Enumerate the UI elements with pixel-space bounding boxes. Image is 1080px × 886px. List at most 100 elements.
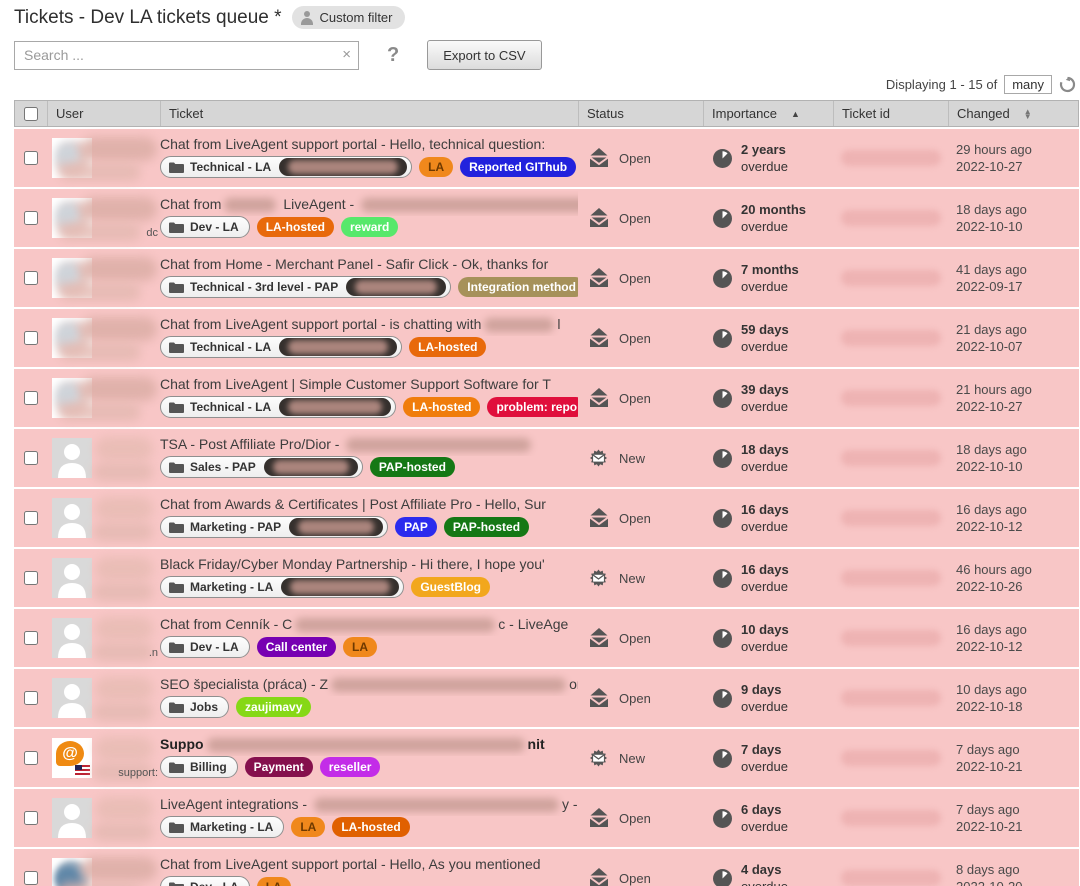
ticket-tag[interactable]: PAP bbox=[395, 517, 437, 537]
department-tag[interactable]: Billing bbox=[160, 756, 238, 778]
ticket-subject[interactable]: Chat from LiveAgent support portal - Hel… bbox=[160, 849, 578, 876]
ticket-tag[interactable]: reseller bbox=[320, 757, 381, 777]
ticket-tag[interactable]: LA bbox=[257, 877, 291, 886]
row-checkbox[interactable] bbox=[24, 511, 38, 525]
ticket-tag[interactable]: LA-hosted bbox=[257, 217, 334, 237]
department-tag[interactable]: Dev - LA bbox=[160, 636, 250, 658]
col-ticket[interactable]: Ticket bbox=[161, 101, 579, 126]
status-cell: Open bbox=[578, 789, 703, 847]
department-tag[interactable]: Technical - LA bbox=[160, 336, 402, 358]
row-checkbox[interactable] bbox=[24, 751, 38, 765]
ticket-tag[interactable]: GuestBlog bbox=[411, 577, 490, 597]
ticket-row[interactable]: @ .n Chat from Cenník - Cc - LiveAge Dev… bbox=[14, 609, 1079, 667]
folder-icon bbox=[169, 762, 184, 773]
ticket-subject[interactable]: Chat from Awards & Certificates | Post A… bbox=[160, 489, 578, 516]
row-check-cell bbox=[14, 369, 47, 427]
changed-relative: 16 days ago bbox=[956, 501, 1079, 518]
ticket-row[interactable]: @ SEO špecialista (práca) - Zor Jobs zau… bbox=[14, 669, 1079, 727]
ticket-subject[interactable]: Chat from LiveAgent support portal - Hel… bbox=[160, 129, 578, 156]
row-checkbox[interactable] bbox=[24, 871, 38, 885]
status-cell: Open bbox=[578, 849, 703, 886]
ticket-row[interactable]: @ TSA - Post Affiliate Pro/Dior - Sales … bbox=[14, 429, 1079, 487]
row-checkbox[interactable] bbox=[24, 331, 38, 345]
search-input[interactable] bbox=[14, 41, 359, 70]
ticket-tag[interactable]: Payment bbox=[245, 757, 313, 777]
ticket-tag[interactable]: LA-hosted bbox=[332, 817, 409, 837]
refresh-icon[interactable] bbox=[1059, 76, 1076, 93]
department-tag[interactable]: Marketing - LA bbox=[160, 816, 284, 838]
ticket-row[interactable]: @ Chat from LiveAgent support portal - H… bbox=[14, 129, 1079, 187]
ticket-tag[interactable]: LA-hosted bbox=[403, 397, 480, 417]
overdue-label: overdue bbox=[741, 578, 789, 595]
ticket-row[interactable]: @ dc Chat from LiveAgent - Dev - LA LA-h… bbox=[14, 189, 1079, 247]
ticket-row[interactable]: @ Chat from Home - Merchant Panel - Safi… bbox=[14, 249, 1079, 307]
ticket-cell: LiveAgent integrations - y - Marketing -… bbox=[160, 789, 578, 847]
row-checkbox[interactable] bbox=[24, 631, 38, 645]
ticket-subject[interactable]: Supponit bbox=[160, 729, 578, 756]
changed-cell: 18 days ago 2022-10-10 bbox=[948, 429, 1079, 487]
help-icon[interactable]: ? bbox=[387, 44, 399, 67]
col-importance[interactable]: Importance ▲ bbox=[704, 101, 834, 126]
ticket-tag[interactable]: Call center bbox=[257, 637, 336, 657]
ticket-subject[interactable]: Chat from LiveAgent | Simple Customer Su… bbox=[160, 369, 578, 396]
ticket-tag[interactable]: Reported GIThub bbox=[460, 157, 576, 177]
department-tag[interactable]: Sales - PAP bbox=[160, 456, 363, 478]
ticket-tag[interactable]: LA bbox=[419, 157, 453, 177]
ticket-row[interactable]: @ Chat from Awards & Certificates | Post… bbox=[14, 489, 1079, 547]
department-tag[interactable]: Technical - LA bbox=[160, 156, 412, 178]
ticket-subject[interactable]: Chat from LiveAgent - bbox=[160, 189, 578, 216]
ticket-tag[interactable]: problem: repo bbox=[487, 397, 578, 417]
col-user[interactable]: User bbox=[48, 101, 161, 126]
select-all-checkbox[interactable] bbox=[24, 107, 38, 121]
department-tag[interactable]: Marketing - LA bbox=[160, 576, 404, 598]
ticket-tag[interactable]: LA-hosted bbox=[409, 337, 486, 357]
row-checkbox[interactable] bbox=[24, 571, 38, 585]
col-ticket-id[interactable]: Ticket id bbox=[834, 101, 949, 126]
row-checkbox[interactable] bbox=[24, 391, 38, 405]
total-count-button[interactable]: many bbox=[1004, 75, 1052, 94]
ticket-cell: TSA - Post Affiliate Pro/Dior - Sales - … bbox=[160, 429, 578, 487]
col-changed[interactable]: Changed ▲▼ bbox=[949, 101, 1078, 126]
ticket-subject[interactable]: TSA - Post Affiliate Pro/Dior - bbox=[160, 429, 578, 456]
ticket-tag[interactable]: LA bbox=[291, 817, 325, 837]
clock-icon bbox=[713, 869, 732, 886]
ticket-row[interactable]: @ s. Chat from LiveAgent support portal … bbox=[14, 849, 1079, 886]
row-checkbox[interactable] bbox=[24, 271, 38, 285]
row-checkbox[interactable] bbox=[24, 691, 38, 705]
ticket-subject[interactable]: Chat from Home - Merchant Panel - Safir … bbox=[160, 249, 578, 276]
department-tag[interactable]: Technical - 3rd level - PAP bbox=[160, 276, 451, 298]
custom-filter-badge[interactable]: Custom filter bbox=[292, 6, 405, 29]
ticket-row[interactable]: @ Chat from LiveAgent | Simple Customer … bbox=[14, 369, 1079, 427]
ticket-tag[interactable]: reward bbox=[341, 217, 398, 237]
search-clear-icon[interactable]: × bbox=[342, 46, 351, 63]
changed-relative: 29 hours ago bbox=[956, 141, 1079, 158]
ticket-subject[interactable]: Chat from Cenník - Cc - LiveAge bbox=[160, 609, 578, 636]
ticket-subject[interactable]: LiveAgent integrations - y - bbox=[160, 789, 578, 816]
ticket-tag[interactable]: zaujimavy bbox=[236, 697, 311, 717]
ticket-subject[interactable]: Chat from LiveAgent support portal - is … bbox=[160, 309, 578, 336]
export-csv-button[interactable]: Export to CSV bbox=[427, 40, 541, 70]
row-checkbox[interactable] bbox=[24, 211, 38, 225]
row-checkbox[interactable] bbox=[24, 151, 38, 165]
ticket-row[interactable]: @ LiveAgent integrations - y - Marketing… bbox=[14, 789, 1079, 847]
row-checkbox[interactable] bbox=[24, 451, 38, 465]
col-status[interactable]: Status bbox=[579, 101, 704, 126]
ticket-row[interactable]: @ Black Friday/Cyber Monday Partnership … bbox=[14, 549, 1079, 607]
overdue-label: overdue bbox=[741, 638, 789, 655]
department-tag[interactable]: Dev - LA bbox=[160, 216, 250, 238]
ticket-row[interactable]: @ Chat from LiveAgent support portal - i… bbox=[14, 309, 1079, 367]
row-check-cell bbox=[14, 549, 47, 607]
ticket-subject[interactable]: Black Friday/Cyber Monday Partnership - … bbox=[160, 549, 578, 576]
ticket-tag[interactable]: PAP-hosted bbox=[444, 517, 529, 537]
ticket-tag[interactable]: LA bbox=[343, 637, 377, 657]
ticket-tag[interactable]: Integration method bbox=[458, 277, 578, 297]
department-tag[interactable]: Dev - LA bbox=[160, 876, 250, 886]
ticket-row[interactable]: @ support: Supponit Billing Paymentresel… bbox=[14, 729, 1079, 787]
row-checkbox[interactable] bbox=[24, 811, 38, 825]
ticket-subject[interactable]: SEO špecialista (práca) - Zor bbox=[160, 669, 578, 696]
department-tag[interactable]: Technical - LA bbox=[160, 396, 396, 418]
clock-icon bbox=[713, 149, 732, 168]
ticket-tag[interactable]: PAP-hosted bbox=[370, 457, 455, 477]
department-tag[interactable]: Marketing - PAP bbox=[160, 516, 388, 538]
department-tag[interactable]: Jobs bbox=[160, 696, 229, 718]
